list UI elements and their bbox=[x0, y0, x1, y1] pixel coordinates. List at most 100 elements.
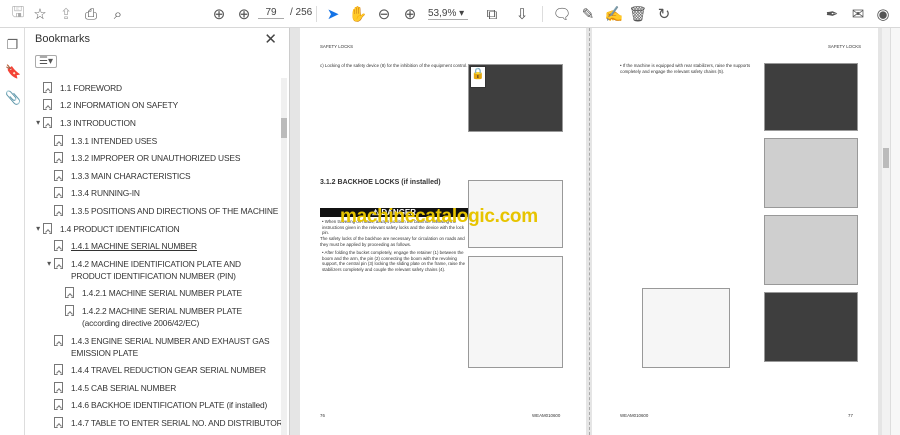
document-view: SAFETY LOCKS c) Locking of the safety de… bbox=[290, 28, 882, 435]
account-icon[interactable]: ◉ bbox=[873, 4, 893, 24]
expand-toggle-icon[interactable]: ▾ bbox=[44, 258, 54, 270]
select-cursor-icon[interactable]: ➤ bbox=[323, 4, 343, 24]
bookmark-label: 1.4 PRODUCT IDENTIFICATION bbox=[60, 223, 180, 234]
save-icon[interactable]: 🖫 bbox=[8, 4, 28, 24]
document-scrollbar[interactable] bbox=[882, 28, 890, 435]
section-heading: 3.1.2 BACKHOE LOCKS (if installed) bbox=[320, 179, 441, 186]
bookmark-item[interactable]: 1.4.4 TRAVEL REDUCTION GEAR SERIAL NUMBE… bbox=[25, 361, 280, 379]
scrollbar-thumb[interactable] bbox=[883, 148, 889, 168]
bookmark-item[interactable]: 1.3.4 RUNNING-IN bbox=[25, 185, 280, 203]
expand-toggle-icon[interactable]: ▾ bbox=[33, 117, 43, 129]
bookmark-icon bbox=[43, 81, 52, 93]
bookmark-label: 1.2 INFORMATION ON SAFETY bbox=[60, 100, 179, 111]
fill-sign-icon[interactable]: ✒ bbox=[822, 4, 842, 24]
zoom-out-icon[interactable]: ⊖ bbox=[374, 4, 394, 24]
bookmark-options-button[interactable]: ☰▾ bbox=[35, 55, 57, 68]
bookmark-item[interactable]: 1.3.3 MAIN CHARACTERISTICS bbox=[25, 167, 280, 185]
bookmark-icon bbox=[54, 134, 63, 146]
bookmark-item[interactable]: 1.3.2 IMPROPER OR UNAUTHORIZED USES bbox=[25, 149, 280, 167]
bookmark-item[interactable]: ▾ 1.4 PRODUCT IDENTIFICATION bbox=[25, 220, 280, 238]
document-code: WEAM010600 bbox=[532, 413, 561, 418]
bookmark-item[interactable]: ▾ 1.3 INTRODUCTION bbox=[25, 114, 280, 132]
right-pane-edge bbox=[890, 28, 900, 435]
attachments-icon[interactable]: 📎 bbox=[5, 90, 21, 105]
bookmark-label: 1.4.6 BACKHOE IDENTIFICATION PLATE (if i… bbox=[71, 400, 268, 411]
scrollbar-thumb[interactable] bbox=[281, 118, 287, 138]
bookmark-label: 1.3.1 INTENDED USES bbox=[71, 135, 158, 146]
bookmark-label: 1.4.5 CAB SERIAL NUMBER bbox=[71, 382, 177, 393]
photo-chain bbox=[764, 292, 858, 362]
hand-tool-icon[interactable]: ✋ bbox=[348, 4, 368, 24]
bookmark-item[interactable]: 1.2 INFORMATION ON SAFETY bbox=[25, 97, 280, 115]
print-icon[interactable]: ⎙ bbox=[81, 4, 101, 24]
bookmark-icon bbox=[54, 169, 63, 181]
bookmark-label: 1.4.3 ENGINE SERIAL NUMBER AND EXHAUST G… bbox=[71, 335, 270, 358]
photo-retainer bbox=[764, 63, 858, 131]
bookmark-item[interactable]: 1.4.7 TABLE TO ENTER SERIAL NO. AND DIST… bbox=[25, 414, 283, 432]
highlight-pen-icon[interactable]: ✎ bbox=[578, 4, 598, 24]
upload-cloud-icon[interactable]: ⇪ bbox=[56, 4, 76, 24]
fit-page-icon[interactable]: ⧉ bbox=[482, 4, 502, 24]
bookmark-icon bbox=[54, 364, 63, 376]
bookmark-icon bbox=[54, 152, 63, 164]
bookmark-star-icon[interactable]: ☆ bbox=[30, 4, 50, 24]
search-icon[interactable]: ⌕ bbox=[108, 4, 128, 24]
expand-toggle-icon[interactable]: ▾ bbox=[33, 223, 43, 235]
bookmark-item[interactable]: 1.4.5 CAB SERIAL NUMBER bbox=[25, 379, 280, 397]
email-icon[interactable]: ✉ bbox=[848, 4, 868, 24]
bookmark-item[interactable]: 1.4.3 ENGINE SERIAL NUMBER AND EXHAUST G… bbox=[25, 332, 280, 362]
bookmark-item[interactable]: 1.4.6 BACKHOE IDENTIFICATION PLATE (if i… bbox=[25, 397, 280, 415]
bookmark-label: 1.3.5 POSITIONS AND DIRECTIONS OF THE MA… bbox=[71, 205, 279, 216]
bookmark-label: 1.3.2 IMPROPER OR UNAUTHORIZED USES bbox=[71, 153, 241, 164]
panel-scrollbar[interactable] bbox=[281, 78, 287, 435]
paragraph: c) Locking of the safety device (8) for … bbox=[320, 63, 468, 68]
bookmark-item[interactable]: 1.4.2.1 MACHINE SERIAL NUMBER PLATE bbox=[25, 285, 280, 303]
scroll-mode-icon[interactable]: ⇩ bbox=[512, 4, 532, 24]
page-divider bbox=[589, 28, 590, 435]
bookmark-icon bbox=[54, 399, 63, 411]
left-rail: ❐ 🔖 📎 bbox=[0, 28, 25, 435]
photo-central-pin bbox=[764, 215, 858, 285]
bookmark-icon bbox=[43, 116, 52, 128]
page-navigator: 79 / 256 bbox=[258, 7, 312, 19]
bookmarks-icon[interactable]: 🔖 bbox=[5, 64, 21, 79]
bookmark-item[interactable]: 1.3.1 INTENDED USES bbox=[25, 132, 280, 150]
bookmark-icon bbox=[43, 99, 52, 111]
bookmark-icon bbox=[65, 304, 74, 316]
toolbar: 🖫 ☆ ⇪ ⎙ ⌕ ⊕ ⊕ 79 / 256 ➤ ✋ ⊖ ⊕ 53,9% ▾ ⧉… bbox=[0, 0, 900, 28]
page-number: 77 bbox=[848, 413, 853, 418]
page-thumbnails-icon[interactable]: ❐ bbox=[5, 37, 20, 52]
zoom-in-icon[interactable]: ⊕ bbox=[400, 4, 420, 24]
bookmark-item[interactable]: 1.4.2.2 MACHINE SERIAL NUMBER PLATE (acc… bbox=[25, 302, 280, 332]
bookmark-item[interactable]: ▾ 1.4.2 MACHINE IDENTIFICATION PLATE AND … bbox=[25, 255, 280, 285]
document-code: WEAM010600 bbox=[620, 413, 649, 418]
page-header: SAFETY LOCKS bbox=[828, 44, 862, 49]
bookmark-label: 1.4.1 MACHINE SERIAL NUMBER bbox=[71, 241, 197, 252]
next-page-icon[interactable]: ⊕ bbox=[234, 4, 254, 24]
sign-icon[interactable]: ✍ bbox=[604, 4, 624, 24]
page-number-input[interactable]: 79 bbox=[258, 7, 284, 19]
bookmark-item[interactable]: 1.1 FOREWORD bbox=[25, 79, 280, 97]
comment-icon[interactable]: 🗨 bbox=[552, 4, 572, 24]
previous-page-icon[interactable]: ⊕ bbox=[209, 4, 229, 24]
bookmark-icon bbox=[54, 416, 63, 428]
zoom-select[interactable]: 53,9% ▾ bbox=[428, 8, 468, 20]
stabilizer-drawing bbox=[642, 288, 730, 368]
delete-icon[interactable]: 🗑 bbox=[628, 4, 648, 24]
close-icon[interactable]: ✕ bbox=[264, 30, 277, 48]
page-header: SAFETY LOCKS bbox=[320, 44, 354, 49]
bookmark-label: 1.3.4 RUNNING-IN bbox=[71, 188, 140, 199]
bookmark-icon bbox=[65, 287, 74, 299]
divider bbox=[316, 6, 317, 22]
bookmark-label: 1.4.7 TABLE TO ENTER SERIAL NO. AND DIST… bbox=[71, 417, 283, 428]
bookmark-item[interactable]: 1.4.1 MACHINE SERIAL NUMBER bbox=[25, 237, 280, 255]
padlock-icon: 🔒 bbox=[470, 66, 486, 88]
rotate-icon[interactable]: ↻ bbox=[654, 4, 674, 24]
photo-pin bbox=[764, 138, 858, 208]
bookmark-label: 1.4.2.1 MACHINE SERIAL NUMBER PLATE bbox=[82, 288, 242, 299]
bookmark-item[interactable]: 1.3.5 POSITIONS AND DIRECTIONS OF THE MA… bbox=[25, 202, 280, 220]
paragraph: The safety locks of the backhoe are nece… bbox=[320, 236, 465, 247]
bookmark-icon bbox=[54, 187, 63, 199]
page-77: SAFETY LOCKS • If the machine is equippe… bbox=[592, 28, 878, 435]
bookmark-icon bbox=[43, 222, 52, 234]
